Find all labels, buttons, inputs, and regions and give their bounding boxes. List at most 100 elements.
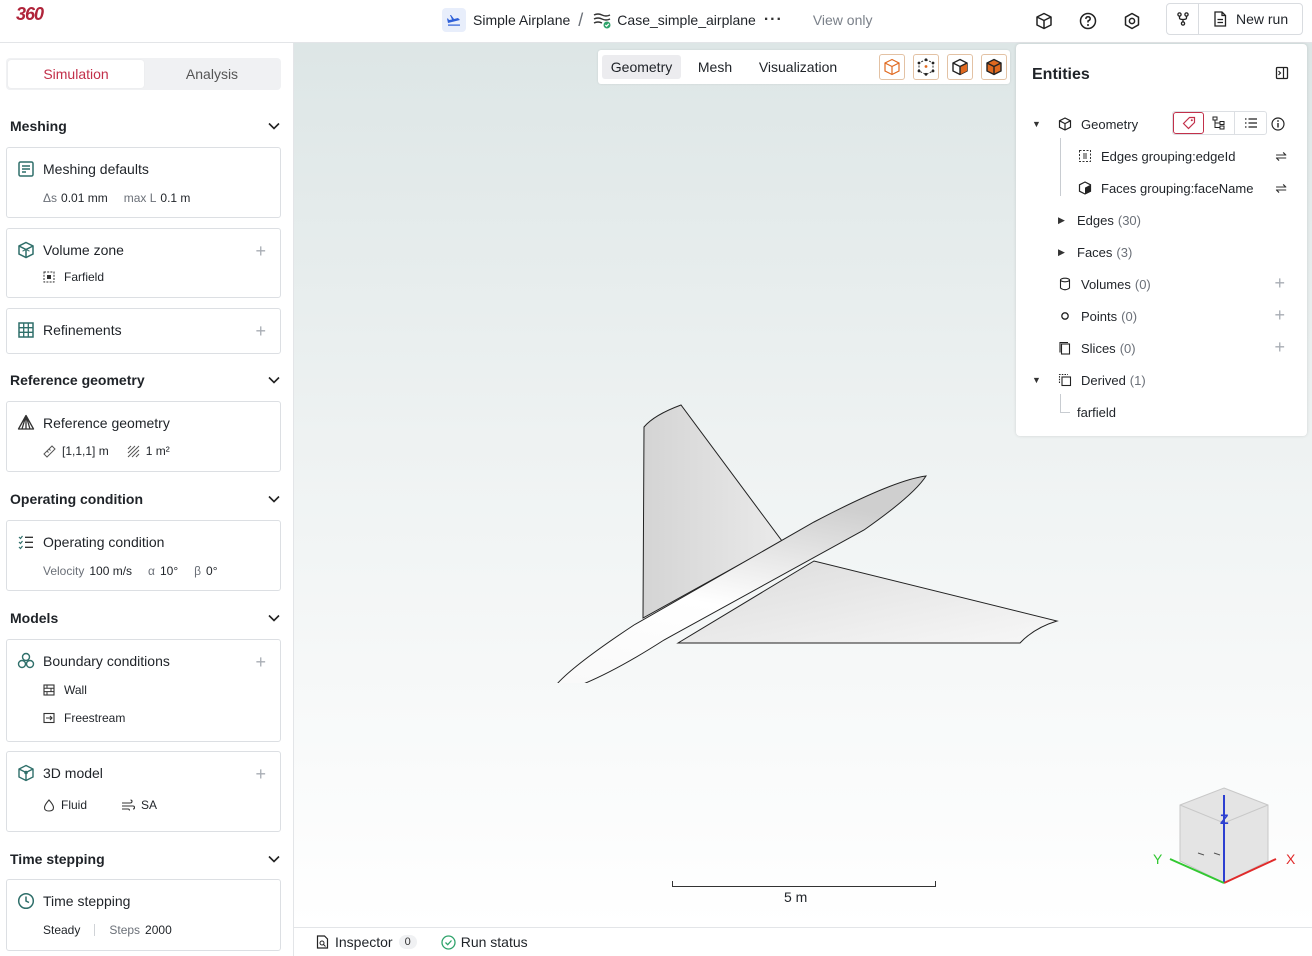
info-icon[interactable] (1271, 117, 1285, 131)
list-view-button[interactable] (1235, 112, 1266, 134)
logo[interactable]: 360 (16, 4, 44, 25)
solid-view-icon[interactable] (981, 54, 1007, 80)
maxl-label: max L (123, 191, 157, 205)
volume-zone-item[interactable]: Farfield (43, 270, 104, 284)
area-icon (127, 445, 140, 457)
caret-right-icon[interactable]: ▶ (1058, 247, 1065, 258)
bc-item-freestream[interactable]: Freestream (43, 711, 125, 725)
swap-grouping-icon[interactable]: ⇌ (1275, 180, 1287, 197)
settings-icon[interactable] (1120, 9, 1144, 33)
tree-view-button[interactable] (1204, 112, 1235, 134)
tag-icon (1182, 116, 1195, 130)
tab-visualization[interactable]: Visualization (748, 55, 848, 79)
cube-icon[interactable] (1032, 9, 1056, 33)
meshing-defaults-card[interactable]: Meshing defaults Δs 0.01 mm max L 0.1 m (6, 147, 281, 218)
volume-zone-card[interactable]: Volume zone + Farfield (6, 228, 281, 298)
entity-edges-grouping[interactable]: Edges grouping:edgeId (1078, 146, 1235, 166)
refinements-card[interactable]: Refinements + (6, 308, 281, 354)
tab-geometry[interactable]: Geometry (602, 55, 681, 79)
tab-analysis[interactable]: Analysis (144, 60, 280, 88)
inspector-button[interactable]: Inspector 0 (316, 934, 417, 950)
caret-down-icon[interactable]: ▼ (1032, 375, 1041, 385)
geometry-cube-icon (1058, 117, 1072, 131)
case-name-link[interactable]: Case_simple_airplane (617, 12, 756, 28)
airplane-model[interactable] (534, 343, 1074, 683)
axis-x-label: X (1286, 851, 1296, 867)
entity-slices[interactable]: Slices (0) (1058, 338, 1136, 358)
run-status-button[interactable]: Run status (441, 934, 528, 950)
check-circle-icon (441, 934, 456, 950)
orientation-cube[interactable] (1144, 783, 1304, 903)
beta-value: 0° (206, 564, 218, 578)
entity-count: (1) (1129, 372, 1146, 388)
new-run-button[interactable]: New run (1199, 4, 1302, 34)
run-button-group: New run (1166, 3, 1304, 35)
section-meshing-header[interactable]: Meshing (10, 118, 280, 134)
slices-icon (1059, 341, 1071, 355)
wall-icon (43, 684, 55, 696)
swap-grouping-icon[interactable]: ⇌ (1275, 148, 1287, 165)
project-name-link[interactable]: Simple Airplane (473, 12, 570, 28)
bc-item-label: Freestream (64, 711, 126, 725)
wireframe-view-icon[interactable] (879, 54, 905, 80)
operating-condition-card[interactable]: Operating condition Velocity 100 m/s α 1… (6, 520, 281, 591)
entity-derived[interactable]: Derived (1) (1058, 370, 1146, 390)
section-models-header[interactable]: Models (10, 610, 280, 626)
time-mode: Steady (43, 923, 81, 937)
help-icon[interactable] (1076, 9, 1100, 33)
add-slice-button[interactable]: + (1274, 337, 1285, 358)
entity-faces[interactable]: Faces (3) (1077, 242, 1132, 262)
entity-farfield[interactable]: farfield (1077, 402, 1116, 422)
reference-geometry-card[interactable]: Reference geometry [1,1,1] m 1 m² (6, 401, 281, 472)
inspector-label: Inspector (335, 934, 393, 950)
add-refinement-button[interactable]: + (255, 321, 266, 342)
tab-mesh[interactable]: Mesh (689, 55, 741, 79)
entity-faces-grouping[interactable]: Faces grouping:faceName (1078, 178, 1253, 198)
derived-icon (1058, 373, 1072, 387)
time-stepping-card[interactable]: Time stepping Steady Steps 2000 (6, 879, 281, 951)
entity-count: (0) (1119, 340, 1136, 356)
axis-y-label: Y (1153, 851, 1163, 867)
card-title: Time stepping (43, 893, 131, 909)
section-reference-header[interactable]: Reference geometry (10, 372, 280, 388)
entity-volumes[interactable]: Volumes (0) (1058, 274, 1151, 294)
tag-view-button[interactable] (1173, 112, 1204, 134)
add-3d-model-button[interactable]: + (255, 764, 266, 785)
add-boundary-condition-button[interactable]: + (255, 652, 266, 673)
add-point-button[interactable]: + (1274, 305, 1285, 326)
fork-button[interactable] (1167, 4, 1199, 34)
panel-collapse-icon[interactable] (1275, 66, 1289, 80)
bottom-bar: Inspector 0 Run status (294, 927, 1312, 956)
entity-label: Edges grouping:edgeId (1101, 148, 1236, 164)
entity-geometry[interactable]: Geometry (1058, 114, 1138, 134)
operating-params: Velocity 100 m/s α 10° β 0° (43, 564, 218, 578)
scale-bar (672, 881, 936, 887)
entity-points[interactable]: Points (0) (1058, 306, 1137, 326)
section-time-header[interactable]: Time stepping (10, 851, 280, 867)
boundary-conditions-card[interactable]: Boundary conditions + Wall Freestream (6, 639, 281, 742)
points-view-icon[interactable] (913, 54, 939, 80)
inspector-icon (316, 935, 329, 949)
section-operating-header[interactable]: Operating condition (10, 491, 280, 507)
surface-edges-view-icon[interactable] (947, 54, 973, 80)
section-title: Models (10, 610, 59, 626)
caret-down-icon[interactable]: ▼ (1032, 119, 1041, 129)
add-volume-zone-button[interactable]: + (255, 241, 266, 262)
card-title: Operating condition (43, 534, 165, 550)
add-volume-button[interactable]: + (1274, 273, 1285, 294)
caret-right-icon[interactable]: ▶ (1058, 215, 1065, 226)
section-title: Reference geometry (10, 372, 145, 388)
entity-label: Points (1081, 308, 1118, 324)
tree-line (1060, 412, 1070, 413)
entity-edges[interactable]: Edges (30) (1077, 210, 1141, 230)
3d-model-card[interactable]: 3D model + Fluid SA (6, 751, 281, 832)
entity-label: Faces grouping:faceName (1101, 180, 1254, 196)
more-options-button[interactable]: ··· (764, 11, 783, 29)
tab-simulation[interactable]: Simulation (8, 60, 144, 88)
chevron-down-icon (268, 376, 280, 384)
mesh-settings-icon (18, 161, 34, 177)
steps-value: 2000 (145, 923, 172, 937)
entity-count: (0) (1121, 308, 1138, 324)
bc-item-wall[interactable]: Wall (43, 683, 87, 697)
tree-icon (1212, 116, 1225, 130)
